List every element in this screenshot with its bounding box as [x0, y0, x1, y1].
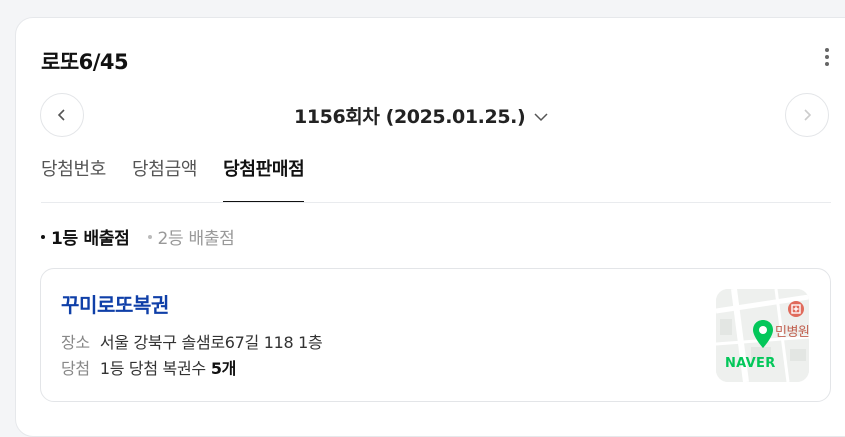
more-vertical-icon — [825, 48, 829, 52]
lotto-card: 로또6/45 1156회차 (2025.01.25.) 당첨번호 당첨금액 당첨… — [15, 17, 845, 437]
store-map-thumbnail[interactable]: 민병원 NAVER — [716, 289, 809, 382]
rank-filter: 1등 배출점 2등 배출점 — [41, 224, 253, 249]
win-count: 5개 — [210, 359, 237, 378]
filter-first-prize[interactable]: 1등 배출점 — [41, 224, 130, 249]
location-pin-icon — [753, 320, 773, 348]
filter-second-prize[interactable]: 2등 배출점 — [147, 224, 235, 249]
naver-logo: NAVER — [725, 356, 776, 371]
bullet-dot — [147, 234, 152, 239]
more-options-button[interactable] — [819, 46, 835, 68]
address-label: 장소 — [61, 333, 90, 352]
store-win-row: 당첨 1등 당첨 복권수 5개 — [61, 355, 236, 379]
tab-divider — [41, 202, 831, 203]
more-dot — [825, 55, 829, 59]
next-round-button[interactable] — [785, 93, 829, 137]
store-address-row: 장소 서울 강북구 솔샘로67길 118 1층 — [61, 329, 323, 353]
win-label: 당첨 — [61, 359, 90, 378]
tab-winning-numbers[interactable]: 당첨번호 — [41, 156, 106, 203]
prev-round-button[interactable] — [40, 93, 84, 137]
store-name[interactable]: 꾸미로또복권 — [61, 289, 169, 318]
tab-prize-amount[interactable]: 당첨금액 — [132, 156, 197, 203]
filter-label: 2등 배출점 — [157, 229, 235, 249]
round-selector[interactable]: 1156회차 (2025.01.25.) — [294, 102, 548, 129]
chevron-right-icon — [804, 109, 812, 121]
win-text: 1등 당첨 복권수 — [99, 359, 206, 378]
store-item[interactable]: 꾸미로또복권 장소 서울 강북구 솔샘로67길 118 1층 당첨 1등 당첨 … — [40, 268, 831, 402]
more-dot — [825, 62, 829, 66]
map-poi-label: 민병원 — [775, 325, 809, 340]
chevron-left-icon — [57, 109, 65, 121]
hospital-icon — [788, 301, 804, 317]
tab-winning-stores[interactable]: 당첨판매점 — [223, 156, 305, 203]
bullet-dot — [41, 234, 45, 239]
filter-label: 1등 배출점 — [51, 229, 130, 249]
card-title: 로또6/45 — [41, 50, 129, 74]
round-label: 1156회차 (2025.01.25.) — [294, 106, 526, 128]
address-value: 서울 강북구 솔샘로67길 118 1층 — [99, 333, 323, 352]
chevron-down-icon — [534, 112, 548, 121]
tab-bar: 당첨번호 당첨금액 당첨판매점 — [41, 156, 330, 203]
